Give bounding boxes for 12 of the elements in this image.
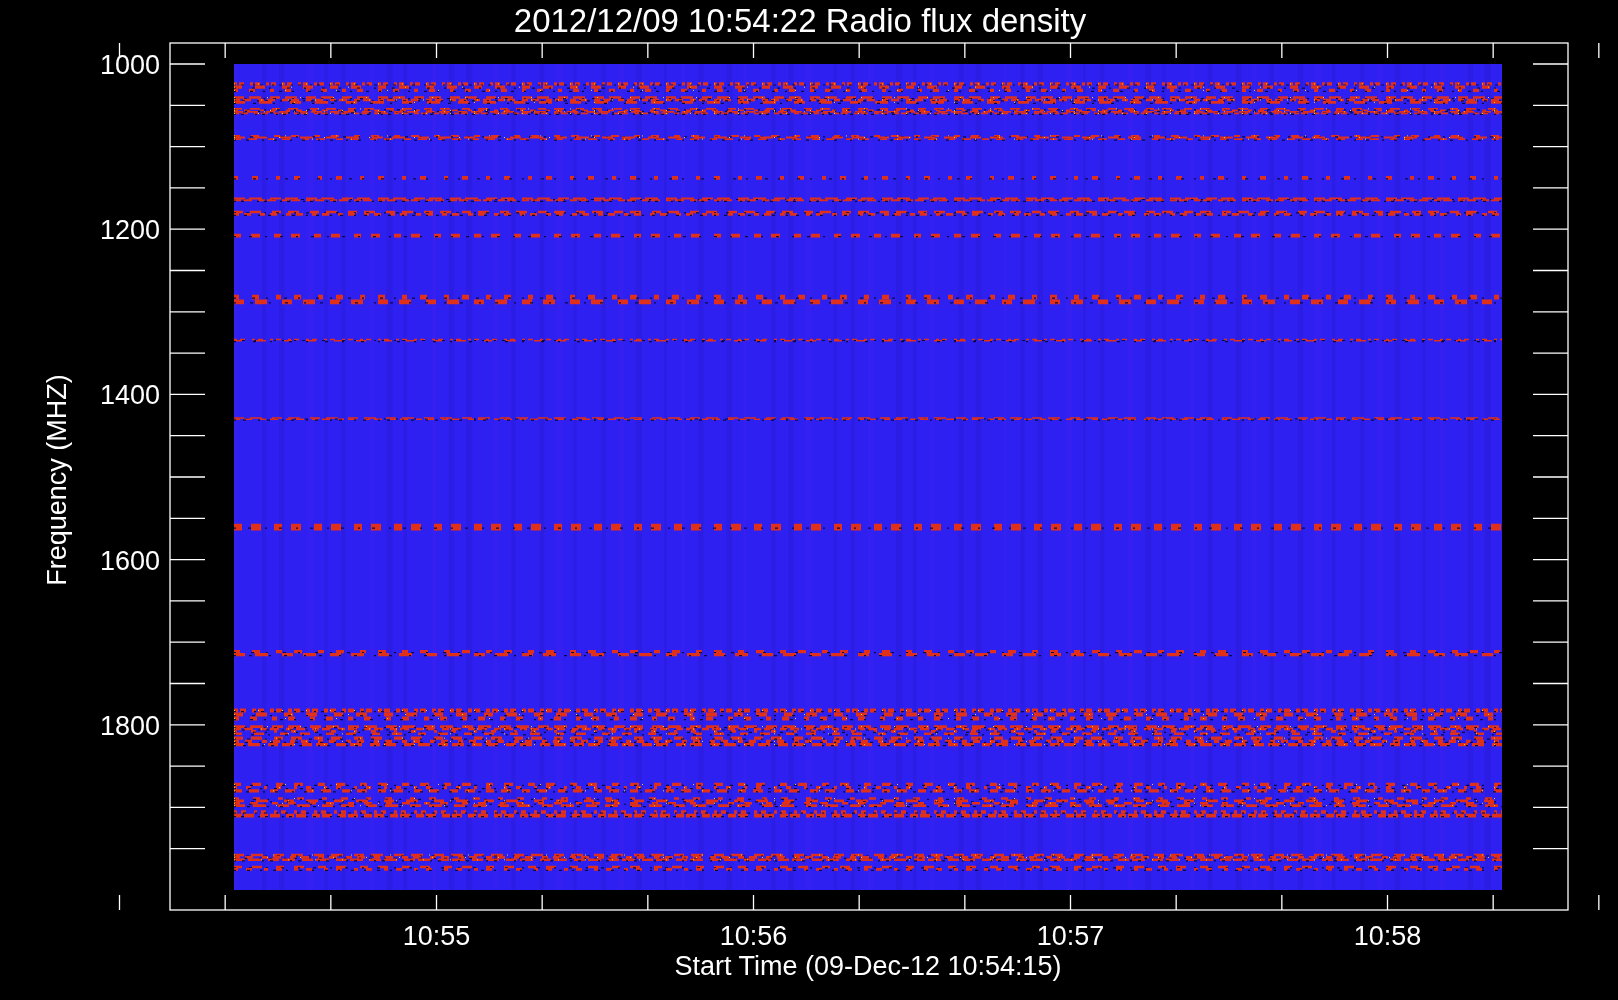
axis-label: Start Time (09-Dec-12 10:54:15) — [674, 951, 1062, 981]
tick-label: 1800 — [99, 710, 160, 741]
axis-label: Frequency (MHZ) — [42, 374, 72, 586]
tick-label: 1200 — [99, 215, 160, 246]
tick-label: 10:57 — [1036, 921, 1105, 951]
tick-label: 10:56 — [719, 921, 788, 951]
tick-label: 1400 — [99, 380, 160, 411]
tick-label: 10:58 — [1353, 921, 1422, 951]
tick-label: 10:55 — [402, 921, 471, 951]
tick-label: 1600 — [99, 545, 160, 576]
plot-title: 2012/12/09 10:54:22 Radio flux density — [513, 2, 1087, 39]
tick-label: 1000 — [99, 50, 160, 80]
